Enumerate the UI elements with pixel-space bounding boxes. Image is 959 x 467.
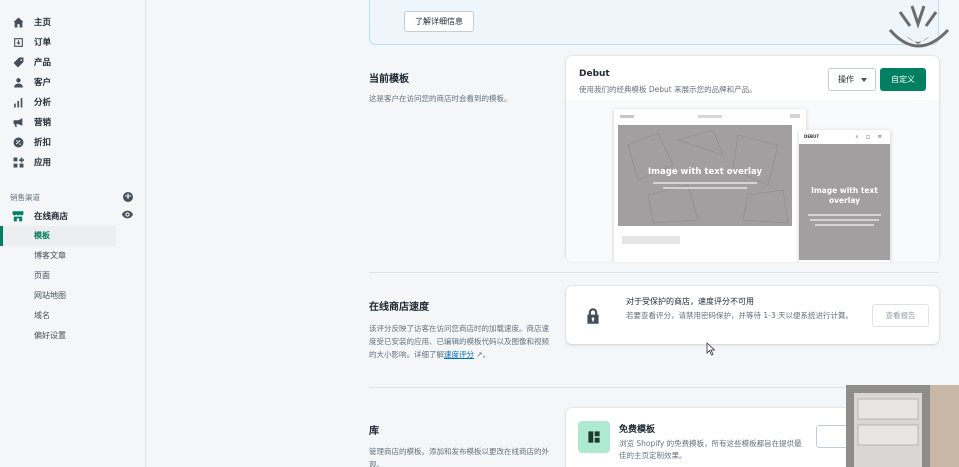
store-speed-card: 对于受保护的商店，速度评分不可用 若要查看评分，请禁用密码保护，并等待 1-3 … <box>566 286 939 344</box>
free-themes-title: 免费模板 <box>619 425 656 435</box>
free-themes-description: 浏览 Shopify 的免费模板，所有这些模板都旨在提供最佳的主页定制效果。 <box>619 439 802 460</box>
view-report-button[interactable]: 查看报告 <box>872 304 929 327</box>
store-speed-title: 在线商店速度 <box>369 302 429 313</box>
customize-button[interactable]: 自定义 <box>880 68 926 91</box>
overlay-text-line <box>815 224 874 226</box>
mobile-overlay-title: Image with text overlay <box>811 186 878 205</box>
sidebar: 主页 订单 产品 客户 分析 营销 折扣 应用 销售渠道 + 在线商店 模板 博… <box>0 0 146 467</box>
sidebar-item-label: 营销 <box>34 118 52 128</box>
mouse-cursor-icon <box>706 341 716 356</box>
section-divider <box>369 272 939 273</box>
mobile-preview-logo: DEBUT <box>804 134 820 139</box>
theme-subtitle: 使用我们的经典模板 Debut 来展示您的品牌和产品。 <box>579 85 757 94</box>
speed-card-description: 若要查看评分，请禁用密码保护，并等待 1-3 天以便系统进行计算。 <box>626 311 854 320</box>
sidebar-sub-domains[interactable]: 域名 <box>0 306 145 326</box>
sidebar-sub-pages[interactable]: 页面 <box>0 266 145 286</box>
sidebar-sub-navigation[interactable]: 网站地图 <box>0 286 145 306</box>
sidebar-item-label: 客户 <box>34 78 52 88</box>
learn-more-button[interactable]: 了解详细信息 <box>404 11 474 32</box>
add-channel-icon[interactable]: + <box>123 192 133 202</box>
person-icon <box>12 76 24 88</box>
watermark-logo <box>878 0 959 62</box>
info-banner: 了解详细信息 <box>369 0 939 45</box>
desktop-preview-header <box>614 109 806 125</box>
library-title: 库 <box>369 426 379 437</box>
overlay-text-line <box>809 219 880 221</box>
sales-channels-label: 销售渠道 <box>10 192 40 202</box>
sidebar-item-customers[interactable]: 客户 <box>0 72 145 92</box>
webcam-overlay <box>846 385 959 467</box>
sidebar-item-home[interactable]: 主页 <box>0 12 145 32</box>
online-store-label: 在线商店 <box>34 212 69 222</box>
sidebar-item-marketing[interactable]: 营销 <box>0 112 145 132</box>
sidebar-item-label: 订单 <box>34 38 52 48</box>
store-icon <box>12 210 24 222</box>
lock-icon <box>586 308 600 324</box>
sidebar-item-apps[interactable]: 应用 <box>0 152 145 172</box>
theme-preview[interactable]: Image with text overlay DEBUT ⌕ ◻ ≡ Imag… <box>566 100 939 262</box>
bar-chart-icon <box>12 96 24 108</box>
main-content: 了解详细信息 当前模板 这是客户在访问您的商店时会看到的模板。 Debut 使用… <box>147 0 959 467</box>
sidebar-item-orders[interactable]: 订单 <box>0 32 145 52</box>
mobile-hero-image: Image with text overlay <box>799 144 890 260</box>
current-theme-description: 这是客户在访问您的商店时会看到的模板。 <box>369 94 512 103</box>
sidebar-item-analytics[interactable]: 分析 <box>0 92 145 112</box>
sidebar-sub-blog-posts[interactable]: 博客文章 <box>0 246 145 266</box>
external-link-icon: ↗。 <box>474 350 491 359</box>
sidebar-item-online-store[interactable]: 在线商店 <box>0 206 145 226</box>
desktop-preview-footer <box>622 236 680 244</box>
current-theme-card: Debut 使用我们的经典模板 Debut 来展示您的品牌和产品。 操作 自定义 <box>566 56 939 262</box>
sidebar-item-label: 折扣 <box>34 138 52 148</box>
tag-icon <box>12 56 24 68</box>
mobile-header-icons: ⌕ ◻ ≡ <box>855 134 885 140</box>
sidebar-item-label: 主页 <box>34 18 52 28</box>
sidebar-item-discounts[interactable]: 折扣 <box>0 132 145 152</box>
apps-icon <box>12 156 24 168</box>
preview-nav-links <box>698 115 722 118</box>
preview-logo <box>620 115 634 118</box>
webcam-image <box>846 385 959 467</box>
free-themes-icon <box>578 421 610 453</box>
preview-header-icons <box>790 114 800 118</box>
library-description: 管理商店的模板。添加和发布模板以更改在线商店的外观。 <box>369 447 549 467</box>
sidebar-item-label: 应用 <box>34 158 52 168</box>
eye-icon[interactable] <box>122 210 133 222</box>
orders-icon <box>12 36 24 48</box>
overlay-text-line <box>808 214 881 216</box>
sidebar-item-label: 分析 <box>34 98 52 108</box>
sidebar-sub-preferences[interactable]: 偏好设置 <box>0 326 145 346</box>
sales-channels-heading: 销售渠道 + <box>0 188 145 206</box>
speed-card-title: 对于受保护的商店，速度评分不可用 <box>626 297 754 306</box>
discount-icon <box>12 136 24 148</box>
overlay-text-line <box>663 187 747 189</box>
sidebar-item-products[interactable]: 产品 <box>0 52 145 72</box>
home-icon <box>12 16 24 28</box>
mobile-preview: DEBUT ⌕ ◻ ≡ Image with text overlay <box>799 130 890 262</box>
theme-name: Debut <box>579 69 610 79</box>
current-theme-title: 当前模板 <box>369 74 409 85</box>
megaphone-icon <box>12 116 24 128</box>
desktop-preview: Image with text overlay <box>614 109 806 262</box>
sidebar-item-label: 产品 <box>34 58 52 68</box>
speed-score-link[interactable]: 速度评分 <box>444 350 474 359</box>
mobile-preview-header: DEBUT ⌕ ◻ ≡ <box>799 130 890 144</box>
desktop-overlay-title: Image with text overlay <box>647 167 762 177</box>
store-speed-description: 该评分反映了访客在访问您商店时的加载速度。商店速度受已安装的应用、已编辑的模板代… <box>369 322 549 361</box>
overlay-text-line <box>652 182 758 184</box>
desktop-hero-image: Image with text overlay <box>618 125 792 226</box>
sidebar-sub-themes[interactable]: 模板 <box>0 226 116 246</box>
actions-dropdown[interactable]: 操作 <box>828 68 876 91</box>
